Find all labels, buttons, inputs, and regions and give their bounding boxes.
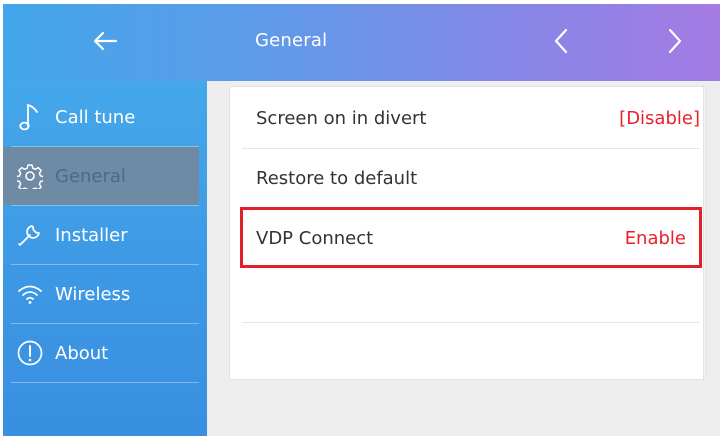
row-divider — [242, 322, 700, 323]
setting-title: Restore to default — [256, 167, 418, 189]
sidebar-item-call-tune[interactable]: Call tune — [3, 88, 199, 146]
page-title: General — [255, 30, 328, 51]
next-page-button[interactable] — [651, 18, 699, 68]
sidebar-item-label: Wireless — [55, 283, 131, 305]
music-note-icon — [13, 100, 47, 134]
gear-icon — [13, 159, 47, 193]
sidebar-item-label: Installer — [55, 224, 128, 246]
scrollbar-thumb[interactable] — [706, 103, 707, 365]
wifi-icon — [13, 277, 47, 311]
sidebar-item-wireless[interactable]: Wireless — [3, 265, 199, 323]
chevron-right-icon — [667, 28, 683, 58]
scroll-up-arrow-icon[interactable] — [704, 87, 706, 101]
scrollbar[interactable] — [703, 87, 707, 379]
setting-row-restore-to-default[interactable]: Restore to default — [230, 149, 700, 207]
row-divider — [242, 207, 700, 208]
header-bar: General — [3, 4, 720, 81]
wrench-icon — [13, 218, 47, 252]
setting-value: [Disable] — [619, 107, 700, 129]
sidebar-item-general[interactable]: General — [3, 147, 199, 205]
sidebar-item-installer[interactable]: Installer — [3, 206, 199, 264]
setting-value: Enable — [624, 227, 686, 249]
sidebar-item-label: Call tune — [55, 106, 136, 128]
info-icon — [13, 336, 47, 370]
setting-row-vdp-connect[interactable]: VDP Connect Enable — [230, 209, 700, 267]
back-button[interactable] — [63, 4, 147, 81]
sidebar-item-about[interactable]: About — [3, 324, 199, 382]
sidebar-item-label: General — [55, 165, 126, 187]
sidebar-divider — [11, 382, 199, 383]
setting-row-screen-on-in-divert[interactable]: Screen on in divert [Disable] — [230, 89, 700, 147]
settings-panel: Screen on in divert [Disable] Restore to… — [229, 86, 707, 380]
chevron-left-icon — [553, 28, 569, 58]
sidebar-item-label: About — [55, 342, 109, 364]
sidebar: Call tune General Installer Wireless Abo… — [3, 81, 207, 436]
setting-title: VDP Connect — [256, 227, 374, 249]
scroll-down-arrow-icon[interactable] — [704, 367, 706, 379]
arrow-left-icon — [92, 31, 118, 55]
setting-title: Screen on in divert — [256, 107, 427, 129]
previous-page-button[interactable] — [537, 18, 585, 68]
device-screen: General Call tune General Installer Wire… — [3, 4, 720, 436]
